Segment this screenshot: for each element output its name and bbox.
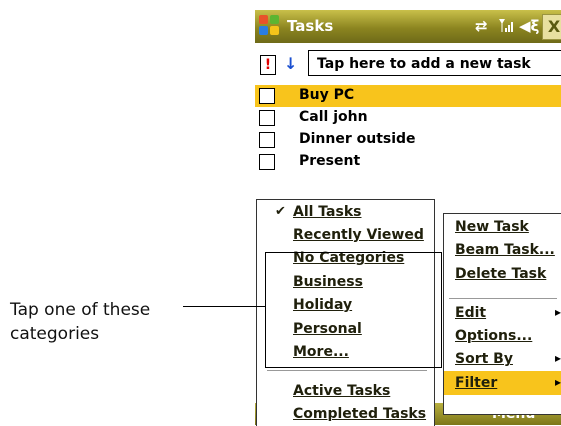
filter-item-completed-tasks[interactable]: Completed Tasks bbox=[257, 403, 434, 425]
filter-item-recently-viewed[interactable]: Recently Viewed bbox=[257, 224, 434, 246]
new-task-row: ! ↓ Tap here to add a new task bbox=[255, 43, 561, 83]
task-checkbox[interactable] bbox=[259, 110, 275, 126]
task-label: Buy PC bbox=[299, 87, 355, 103]
task-checkbox[interactable] bbox=[259, 88, 275, 104]
menu-item-sort-by[interactable]: Sort By ▸ bbox=[444, 347, 561, 371]
task-checkbox[interactable] bbox=[259, 154, 275, 170]
filter-item-active-tasks[interactable]: Active Tasks bbox=[257, 380, 434, 402]
low-priority-icon[interactable]: ↓ bbox=[284, 55, 297, 73]
submenu-arrow-icon: ▸ bbox=[555, 375, 561, 389]
callout-leader-line bbox=[183, 306, 265, 307]
speaker-icon[interactable]: ◀ξ bbox=[519, 17, 539, 35]
close-button[interactable]: X bbox=[542, 14, 561, 40]
task-label: Present bbox=[299, 153, 361, 169]
menu-item-beam-task[interactable]: Beam Task... bbox=[444, 238, 561, 262]
menu-item-label: Sort By bbox=[455, 351, 513, 367]
filter-item-label: Completed Tasks bbox=[293, 406, 427, 422]
callout-text: Tap one of these categories bbox=[10, 300, 151, 344]
logo-red-pane bbox=[259, 15, 268, 24]
menu-item-edit[interactable]: Edit ▸ bbox=[444, 301, 561, 325]
callout-highlight-box bbox=[265, 252, 442, 368]
menu-item-label: Beam Task... bbox=[455, 242, 555, 258]
logo-green-pane bbox=[270, 15, 279, 24]
task-row[interactable]: Buy PC bbox=[255, 85, 561, 107]
submenu-arrow-icon: ▸ bbox=[555, 351, 561, 365]
menu-item-options[interactable]: Options... bbox=[444, 324, 561, 348]
filter-item-label: Recently Viewed bbox=[293, 227, 424, 243]
logo-blue-pane bbox=[259, 26, 268, 35]
title-bar: Tasks ⇄ ◀ξ X bbox=[255, 10, 561, 43]
logo-yellow-pane bbox=[270, 26, 279, 35]
task-label: Call john bbox=[299, 109, 368, 125]
checkmark-icon: ✔ bbox=[275, 204, 286, 219]
filter-item-label: All Tasks bbox=[293, 204, 362, 220]
task-row[interactable]: Present bbox=[255, 151, 561, 173]
menu-item-label: New Task bbox=[455, 219, 529, 235]
menu-item-new-task[interactable]: New Task bbox=[444, 215, 561, 239]
filter-item-all-tasks[interactable]: ✔ All Tasks bbox=[257, 201, 434, 223]
task-row[interactable]: Dinner outside bbox=[255, 129, 561, 151]
new-task-input[interactable]: Tap here to add a new task bbox=[308, 50, 561, 76]
menu-item-label: Options... bbox=[455, 328, 533, 344]
menu-divider bbox=[449, 298, 557, 299]
menu-item-label: Edit bbox=[455, 305, 487, 321]
task-checkbox[interactable] bbox=[259, 132, 275, 148]
menu-item-filter[interactable]: Filter ▸ bbox=[444, 371, 561, 395]
windows-start-icon[interactable] bbox=[259, 15, 281, 37]
signal-icon[interactable] bbox=[498, 17, 514, 37]
sync-arrows-icon[interactable]: ⇄ bbox=[475, 17, 488, 35]
task-row[interactable]: Call john bbox=[255, 107, 561, 129]
submenu-arrow-icon: ▸ bbox=[555, 305, 561, 319]
filter-item-label: Active Tasks bbox=[293, 383, 391, 399]
task-label: Dinner outside bbox=[299, 131, 416, 147]
menu-item-label: Delete Task bbox=[455, 266, 547, 282]
main-menu: New Task Beam Task... Delete Task Edit ▸… bbox=[443, 213, 561, 415]
high-priority-icon[interactable]: ! bbox=[260, 55, 276, 75]
signal-bars-graphic bbox=[499, 19, 513, 32]
menu-divider bbox=[267, 370, 427, 371]
menu-item-label: Filter bbox=[455, 375, 498, 391]
app-title: Tasks bbox=[287, 17, 334, 35]
menu-item-delete-task[interactable]: Delete Task bbox=[444, 262, 561, 286]
